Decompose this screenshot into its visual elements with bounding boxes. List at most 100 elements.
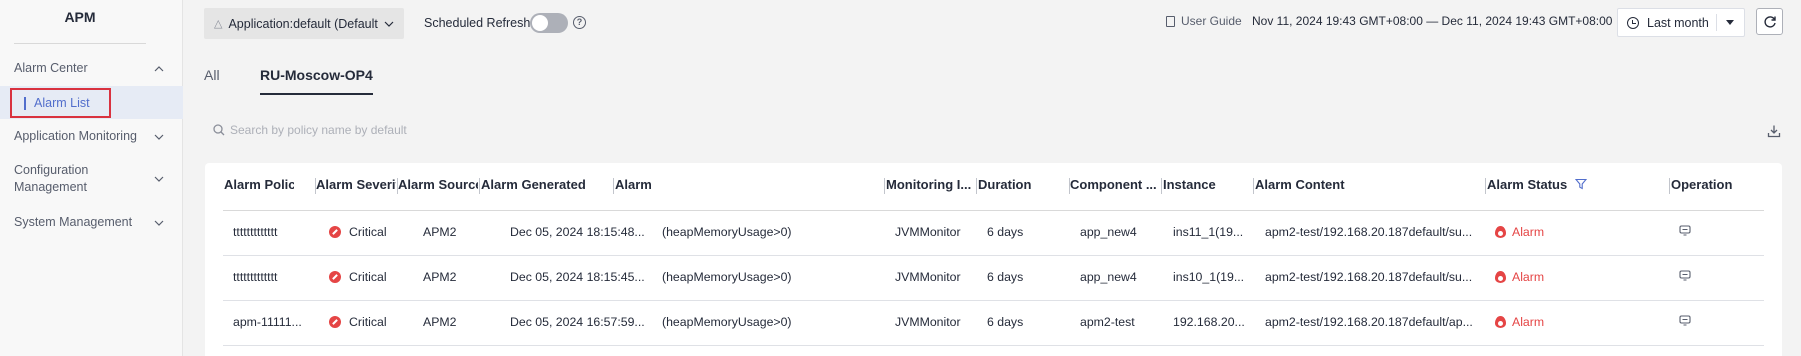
status-label: Alarm [1512,315,1545,329]
search-input[interactable] [230,119,630,141]
search-icon [213,124,225,136]
divider [14,43,146,44]
scheduled-refresh-toggle[interactable] [530,13,568,33]
cell-component: app_new4 [1080,225,1137,239]
cell-instance: ins11_1(19... [1173,225,1244,239]
cell-alarm-policy[interactable]: ttttttttttttt [233,270,313,284]
refresh-button[interactable] [1756,8,1783,35]
scheduled-refresh-label: Scheduled Refresh [424,16,531,30]
cell-alarm: (heapMemoryUsage>0) [662,270,792,284]
cell-alarm-severity: Critical [329,270,387,284]
cell-alarm-policy[interactable]: ttttttttttttt [233,225,313,239]
alarm-fire-icon [1495,271,1506,283]
document-icon [1166,15,1175,27]
column-divider[interactable] [1485,178,1486,194]
column-divider[interactable] [1669,178,1670,194]
cell-alarm-status: Alarm [1495,315,1544,329]
cell-alarm-severity: Critical [329,315,387,329]
column-header-instance: Instance [1163,177,1216,192]
tab-all[interactable]: All [204,67,220,83]
column-divider[interactable] [613,178,614,194]
caret-down-icon[interactable] [1726,20,1734,25]
sidebar-item-label: System Management [14,215,133,229]
cell-monitoring-item: JVMMonitor [895,225,961,239]
cell-monitoring-item: JVMMonitor [895,315,961,329]
cell-alarm-generated: Dec 05, 2024 18:15:45... [510,270,644,284]
sidebar: APM Alarm Center Alarm List Application … [0,0,183,356]
column-header-monitoring-item: Monitoring I... [886,177,972,192]
alarm-details-icon[interactable] [1679,315,1691,326]
table-row: ttttttttttttt Critical APM2 Dec 05, 2024… [223,211,1764,256]
help-icon[interactable]: ? [573,16,586,29]
column-header-alarm-source: Alarm Source [398,177,478,192]
toggle-knob [532,15,548,31]
tab-ru-moscow-op4[interactable]: RU-Moscow-OP4 [260,67,373,83]
column-divider[interactable] [1161,178,1162,194]
cell-duration: 6 days [987,270,1024,284]
cell-instance: ins10_1(19... [1173,270,1245,284]
user-guide-label: User Guide [1181,14,1242,28]
sidebar-item-alarm-center[interactable]: Alarm Center [14,60,164,77]
cell-alarm-content: apm2-test/192.168.20.187default/su... [1265,270,1473,284]
user-guide-link[interactable]: User Guide [1166,14,1242,28]
cell-alarm-generated: Dec 05, 2024 18:15:48... [510,225,644,239]
column-header-alarm-severity: Alarm Severity [316,177,396,192]
severity-label: Critical [349,315,387,329]
cell-component: apm2-test [1080,315,1135,329]
app-title: APM [64,9,96,25]
application-icon: △ [214,18,223,30]
column-header-component: Component ... [1070,177,1157,192]
alarm-details-icon[interactable] [1679,225,1691,236]
table-row: ttttttttttttt Critical APM2 Dec 05, 2024… [223,256,1764,301]
column-header-alarm-status: Alarm Status [1487,177,1627,192]
column-header-operation: Operation [1671,177,1733,192]
cell-monitoring-item: JVMMonitor [895,270,961,284]
severity-label: Critical [349,270,387,284]
sidebar-item-label: Application Monitoring [14,129,137,143]
clock-icon [1627,16,1639,29]
application-select-value: Application:default (Default [228,16,378,31]
alarm-fire-icon [1495,226,1506,238]
application-select[interactable]: △ Application:default (Default [204,8,404,39]
cell-instance: 192.168.20... [1173,315,1245,329]
time-period-value: Last month [1647,15,1709,30]
column-divider[interactable] [976,178,977,194]
time-range-display: Nov 11, 2024 19:43 GMT+08:00 — Dec 11, 2… [1252,14,1613,28]
column-divider[interactable] [1253,178,1254,194]
column-divider[interactable] [884,178,885,194]
column-divider[interactable] [479,178,480,194]
chevron-down-icon [154,174,164,184]
cell-alarm-source: APM2 [423,270,457,284]
sidebar-item-system-management[interactable]: System Management [14,214,164,231]
download-icon[interactable] [1767,124,1781,138]
column-header-label: Alarm Status [1487,177,1568,192]
cell-duration: 6 days [987,225,1024,239]
column-header-alarm-policy: Alarm Policy [224,177,294,192]
critical-icon [329,271,341,283]
cell-component: app_new4 [1080,270,1137,284]
severity-label: Critical [349,225,387,239]
sidebar-item-configuration-management[interactable]: Configuration Management [14,162,164,196]
divider [1716,14,1717,31]
sidebar-item-application-monitoring[interactable]: Application Monitoring [14,128,164,145]
cell-alarm-generated: Dec 05, 2024 16:57:59... [510,315,644,329]
cell-alarm-severity: Critical [329,225,387,239]
status-label: Alarm [1512,270,1545,284]
sidebar-item-label: Configuration Management [14,163,89,194]
cell-alarm: (heapMemoryUsage>0) [662,315,792,329]
column-header-alarm-content: Alarm Content [1255,177,1345,192]
cell-alarm-source: APM2 [423,315,457,329]
sidebar-item-label: Alarm List [34,96,90,110]
cell-alarm-source: APM2 [423,225,457,239]
cell-alarm-policy[interactable]: apm-11111... [233,315,313,329]
alarm-details-icon[interactable] [1679,270,1691,281]
status-label: Alarm [1512,225,1545,239]
filter-icon[interactable] [1575,178,1588,190]
time-period-select[interactable]: Last month [1617,8,1745,37]
column-header-alarm: Alarm [615,177,652,192]
alarm-fire-icon [1495,316,1506,328]
cell-alarm: (heapMemoryUsage>0) [662,225,792,239]
sidebar-item-alarm-list[interactable]: Alarm List [10,88,111,118]
active-indicator [24,96,26,110]
chevron-up-icon [154,64,164,74]
